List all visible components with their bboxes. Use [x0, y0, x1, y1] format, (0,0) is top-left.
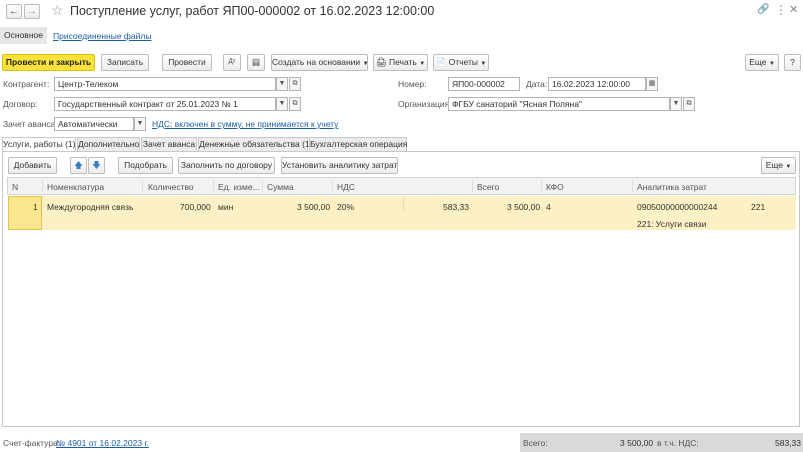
col-unit-header[interactable]: Ед. изме... [218, 181, 260, 193]
dropdown-arrow-icon: ▼ [480, 61, 487, 67]
calendar-icon: ▦ [648, 80, 656, 87]
tab-obligations[interactable]: Денежные обязательства (1) [198, 137, 313, 151]
row-vat-rate[interactable]: 20% [337, 201, 354, 213]
total-value: 3 500,00 [620, 438, 654, 448]
row-analytics-kosgu[interactable]: 221 [751, 201, 765, 213]
row-total[interactable]: 3 500,00 [507, 201, 540, 213]
close-icon[interactable]: ✕ [789, 3, 798, 16]
number-label: Номер: [398, 79, 427, 89]
row-qty[interactable]: 700,000 [180, 201, 211, 213]
back-button[interactable]: ← [6, 4, 22, 19]
contract-field[interactable]: Государственный контракт от 25.01.2023 №… [54, 97, 276, 111]
col-vat-header[interactable]: НДС [337, 181, 355, 193]
organization-label: Организация: [398, 99, 452, 109]
vat-total-value: 583,33 [775, 438, 801, 448]
favorite-star-icon[interactable]: ☆ [51, 2, 64, 18]
list-button[interactable]: ▤ [247, 54, 265, 71]
row-kfo[interactable]: 4 [546, 201, 551, 213]
row-vat-sum[interactable]: 583,33 [443, 201, 469, 213]
tab-additional[interactable]: Дополнительно [77, 137, 140, 151]
col-n-header[interactable]: N [12, 181, 18, 193]
contract-open-button[interactable]: ⧉ [289, 97, 301, 111]
col-total-header[interactable]: Всего [477, 181, 499, 193]
date-label: Дата: [526, 79, 548, 89]
tab-advance[interactable]: Зачет аванса [141, 137, 197, 151]
row-unit[interactable]: мин [218, 201, 233, 213]
organization-dropdown-button[interactable]: ▼ [670, 97, 682, 111]
post-and-close-button[interactable]: Провести и закрыть [2, 54, 95, 71]
more-vertical-icon[interactable]: ⋮ [775, 3, 787, 17]
col-kfo-header[interactable]: КФО [546, 181, 564, 193]
row-item[interactable]: Междугородняя связь [47, 201, 133, 213]
window-title: Поступление услуг, работ ЯП00-000002 от … [70, 4, 435, 18]
col-analytics-header[interactable]: Аналитика затрат [637, 181, 707, 193]
save-button[interactable]: Записать [101, 54, 149, 71]
counterparty-label: Контрагент: [3, 79, 50, 89]
dt-kt-icon: Дт [228, 59, 236, 65]
counterparty-field[interactable]: Центр-Телеком [54, 77, 276, 91]
advance-dropdown-button[interactable]: ▼ [134, 117, 146, 131]
organization-field[interactable]: ФГБУ санаторий "Ясная Поляна" [448, 97, 670, 111]
dropdown-arrow-icon: ▼ [362, 61, 369, 67]
col-item-header[interactable]: Номенклатура [47, 181, 104, 193]
print-button[interactable]: 🖨 Печать ▼ [373, 54, 428, 71]
more-button[interactable]: Еще ▼ [745, 54, 779, 71]
contract-dropdown-button[interactable]: ▼ [276, 97, 288, 111]
nav-main-link[interactable]: Основное [0, 27, 47, 44]
row-analytics-desc[interactable]: 221: Услуги связи [637, 218, 706, 230]
dropdown-arrow-icon: ▼ [768, 61, 775, 67]
advance-field[interactable]: Автоматически [54, 117, 134, 131]
row-analytics-code[interactable]: 09050000000000244 [637, 201, 717, 213]
col-qty-header[interactable]: Количество [148, 181, 194, 193]
arrow-down-icon: 🡇 [92, 160, 101, 170]
list-icon: ▤ [251, 57, 261, 67]
nav-files-link[interactable]: Присоединенные файлы [53, 31, 151, 41]
move-down-button[interactable]: 🡇 [88, 157, 105, 174]
tab-accounting[interactable]: Бухгалтерская операция [309, 137, 407, 151]
table-more-button[interactable]: Еще ▼ [761, 157, 796, 174]
total-label: Всего: [523, 438, 548, 448]
dropdown-arrow-icon: ▼ [785, 164, 792, 170]
forward-button[interactable]: → [24, 4, 40, 19]
dropdown-arrow-icon: ▼ [419, 61, 426, 67]
vat-link[interactable]: НДС: включен в сумму, не принимается к у… [152, 119, 338, 129]
fill-by-contract-button[interactable]: Заполнить по договору [178, 157, 275, 174]
row-n: 1 [33, 202, 38, 212]
move-up-button[interactable]: 🡅 [70, 157, 87, 174]
counterparty-open-button[interactable]: ⧉ [289, 77, 301, 91]
row-sum[interactable]: 3 500,00 [297, 201, 330, 213]
calendar-button[interactable]: ▦ [646, 77, 658, 91]
dt-kt-button[interactable]: Дт [223, 54, 241, 71]
link-icon[interactable]: 🔗 [757, 4, 769, 15]
post-button[interactable]: Провести [162, 54, 212, 71]
number-field[interactable]: ЯП00-000002 [448, 77, 520, 91]
date-field[interactable]: 16.02.2023 12:00:00 [548, 77, 646, 91]
pick-button[interactable]: Подобрать [118, 157, 173, 174]
invoice-link[interactable]: № 4901 от 16.02.2023 г. [56, 437, 149, 449]
help-button[interactable]: ? [784, 54, 801, 71]
report-icon: 📄 [435, 57, 447, 67]
add-button[interactable]: Добавить [8, 157, 57, 174]
advance-label: Зачет аванса: [3, 119, 58, 129]
contract-label: Договор: [3, 99, 38, 109]
col-sum-header[interactable]: Сумма [267, 181, 294, 193]
tab-services[interactable]: Услуги, работы (1) [2, 137, 76, 152]
reports-button[interactable]: 📄 Отчеты ▼ [433, 54, 489, 71]
organization-open-button[interactable]: ⧉ [683, 97, 695, 111]
vat-total-label: в т.ч. НДС: [657, 438, 699, 448]
set-analytics-button[interactable]: Установить аналитику затрат [281, 157, 398, 174]
arrow-up-icon: 🡅 [74, 160, 83, 170]
printer-icon: 🖨 [375, 57, 387, 67]
create-based-button[interactable]: Создать на основании ▼ [271, 54, 369, 71]
counterparty-dropdown-button[interactable]: ▼ [276, 77, 288, 91]
invoice-label: Счет-фактура: [3, 438, 61, 448]
